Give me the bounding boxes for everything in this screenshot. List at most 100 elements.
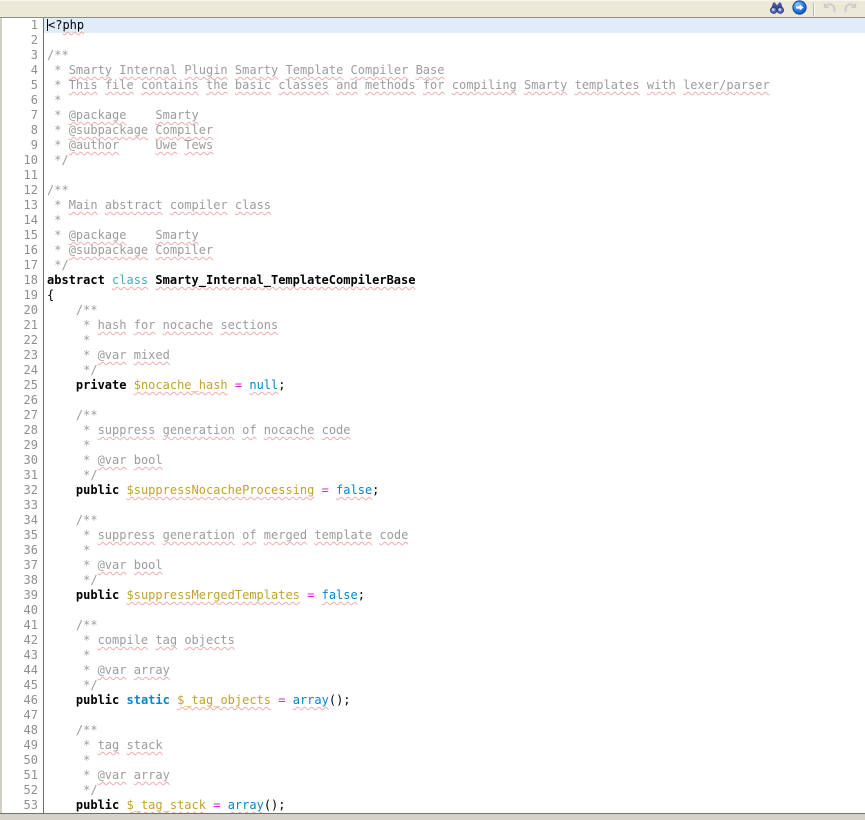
line-number[interactable]: 20 (2, 303, 44, 318)
line-number[interactable]: 48 (2, 723, 44, 738)
line-number[interactable]: 37 (2, 558, 44, 573)
code-line[interactable]: 39 public $suppressMergedTemplates = fal… (2, 588, 865, 603)
code-line[interactable]: 44 * @var array (2, 663, 865, 678)
code-line[interactable]: 37 * @var bool (2, 558, 865, 573)
redo-button[interactable] (840, 0, 862, 18)
code-line[interactable]: 20 /** (2, 303, 865, 318)
code-line[interactable]: 51 * @var array (2, 768, 865, 783)
line-number[interactable]: 14 (2, 213, 44, 228)
line-number[interactable]: 36 (2, 543, 44, 558)
code-line[interactable]: 3/** (2, 48, 865, 63)
code-line[interactable]: 4 * Smarty Internal Plugin Smarty Templa… (2, 63, 865, 78)
code-line[interactable]: 7 * @package Smarty (2, 108, 865, 123)
line-number[interactable]: 19 (2, 288, 44, 303)
line-number[interactable]: 49 (2, 738, 44, 753)
code-line[interactable]: 22 * (2, 333, 865, 348)
code-line[interactable]: 36 * (2, 543, 865, 558)
code-line[interactable]: 9 * @author Uwe Tews (2, 138, 865, 153)
code-line[interactable]: 42 * compile tag objects (2, 633, 865, 648)
code-line[interactable]: 1 <?php (2, 18, 865, 33)
code-line[interactable]: 32 public $suppressNocacheProcessing = f… (2, 483, 865, 498)
code-line[interactable]: 28 * suppress generation of nocache code (2, 423, 865, 438)
line-number[interactable]: 15 (2, 228, 44, 243)
code-line[interactable]: 10 */ (2, 153, 865, 168)
line-number[interactable]: 34 (2, 513, 44, 528)
code-line[interactable]: 47 (2, 708, 865, 723)
code-line[interactable]: 6 * (2, 93, 865, 108)
line-number[interactable]: 8 (2, 123, 44, 138)
line-number[interactable]: 27 (2, 408, 44, 423)
code-line[interactable]: 24 */ (2, 363, 865, 378)
line-number[interactable]: 21 (2, 318, 44, 333)
line-number[interactable]: 1 (2, 18, 44, 33)
code-line[interactable]: 8 * @subpackage Compiler (2, 123, 865, 138)
line-number[interactable]: 40 (2, 603, 44, 618)
code-line[interactable]: 25 private $nocache_hash = null; (2, 378, 865, 393)
line-number[interactable]: 22 (2, 333, 44, 348)
code-line[interactable]: 45 */ (2, 678, 865, 693)
line-number[interactable]: 16 (2, 243, 44, 258)
code-line[interactable]: 41 /** (2, 618, 865, 633)
line-number[interactable]: 38 (2, 573, 44, 588)
line-number[interactable]: 11 (2, 168, 44, 183)
code-line[interactable]: 33 (2, 498, 865, 513)
code-line[interactable]: 50 * (2, 753, 865, 768)
line-number[interactable]: 7 (2, 108, 44, 123)
code-line[interactable]: 21 * hash for nocache sections (2, 318, 865, 333)
code-line[interactable]: 15 * @package Smarty (2, 228, 865, 243)
code-line[interactable]: 17 */ (2, 258, 865, 273)
code-line[interactable]: 11 (2, 168, 865, 183)
line-number[interactable]: 33 (2, 498, 44, 513)
line-number[interactable]: 3 (2, 48, 44, 63)
code-line[interactable]: 18 abstract class Smarty_Internal_Templat… (2, 273, 865, 288)
code-line[interactable]: 38 */ (2, 573, 865, 588)
line-number[interactable]: 31 (2, 468, 44, 483)
line-number[interactable]: 26 (2, 393, 44, 408)
code-line[interactable]: 14 * (2, 213, 865, 228)
line-number[interactable]: 24 (2, 363, 44, 378)
code-line[interactable]: 13 * Main abstract compiler class (2, 198, 865, 213)
code-line[interactable]: 5 * This file contains the basic classes… (2, 78, 865, 93)
find-button[interactable] (766, 0, 788, 18)
line-number[interactable]: 50 (2, 753, 44, 768)
line-number[interactable]: 35 (2, 528, 44, 543)
line-number[interactable]: 18 (2, 273, 44, 288)
line-number[interactable]: 51 (2, 768, 44, 783)
line-number[interactable]: 52 (2, 783, 44, 798)
line-number[interactable]: 10 (2, 153, 44, 168)
code-line[interactable]: 52 */ (2, 783, 865, 798)
line-number[interactable]: 30 (2, 453, 44, 468)
line-number[interactable]: 28 (2, 423, 44, 438)
line-number[interactable]: 25 (2, 378, 44, 393)
code-line[interactable]: 30 * @var bool (2, 453, 865, 468)
code-line[interactable]: 29 * (2, 438, 865, 453)
line-number[interactable]: 6 (2, 93, 44, 108)
code-line[interactable]: 23 * @var mixed (2, 348, 865, 363)
line-number[interactable]: 5 (2, 78, 44, 93)
line-number[interactable]: 45 (2, 678, 44, 693)
line-number[interactable]: 44 (2, 663, 44, 678)
line-number[interactable]: 4 (2, 63, 44, 78)
line-number[interactable]: 29 (2, 438, 44, 453)
undo-button[interactable] (818, 0, 840, 18)
code-line[interactable]: 46 public static $_tag_objects = array()… (2, 693, 865, 708)
code-line[interactable]: 49 * tag stack (2, 738, 865, 753)
line-number[interactable]: 17 (2, 258, 44, 273)
line-number[interactable]: 53 (2, 798, 44, 813)
code-line[interactable]: 27 /** (2, 408, 865, 423)
line-number[interactable]: 2 (2, 33, 44, 48)
code-line[interactable]: 43 * (2, 648, 865, 663)
code-line[interactable]: 19{ (2, 288, 865, 303)
line-number[interactable]: 46 (2, 693, 44, 708)
line-number[interactable]: 13 (2, 198, 44, 213)
line-number[interactable]: 23 (2, 348, 44, 363)
line-number[interactable]: 47 (2, 708, 44, 723)
code-line[interactable]: 35 * suppress generation of merged templ… (2, 528, 865, 543)
code-line[interactable]: 12/** (2, 183, 865, 198)
code-line[interactable]: 48 /** (2, 723, 865, 738)
code-line[interactable]: 31 */ (2, 468, 865, 483)
code-line[interactable]: 16 * @subpackage Compiler (2, 243, 865, 258)
code-line[interactable]: 34 /** (2, 513, 865, 528)
code-line[interactable]: 40 (2, 603, 865, 618)
go-button[interactable] (788, 0, 810, 18)
